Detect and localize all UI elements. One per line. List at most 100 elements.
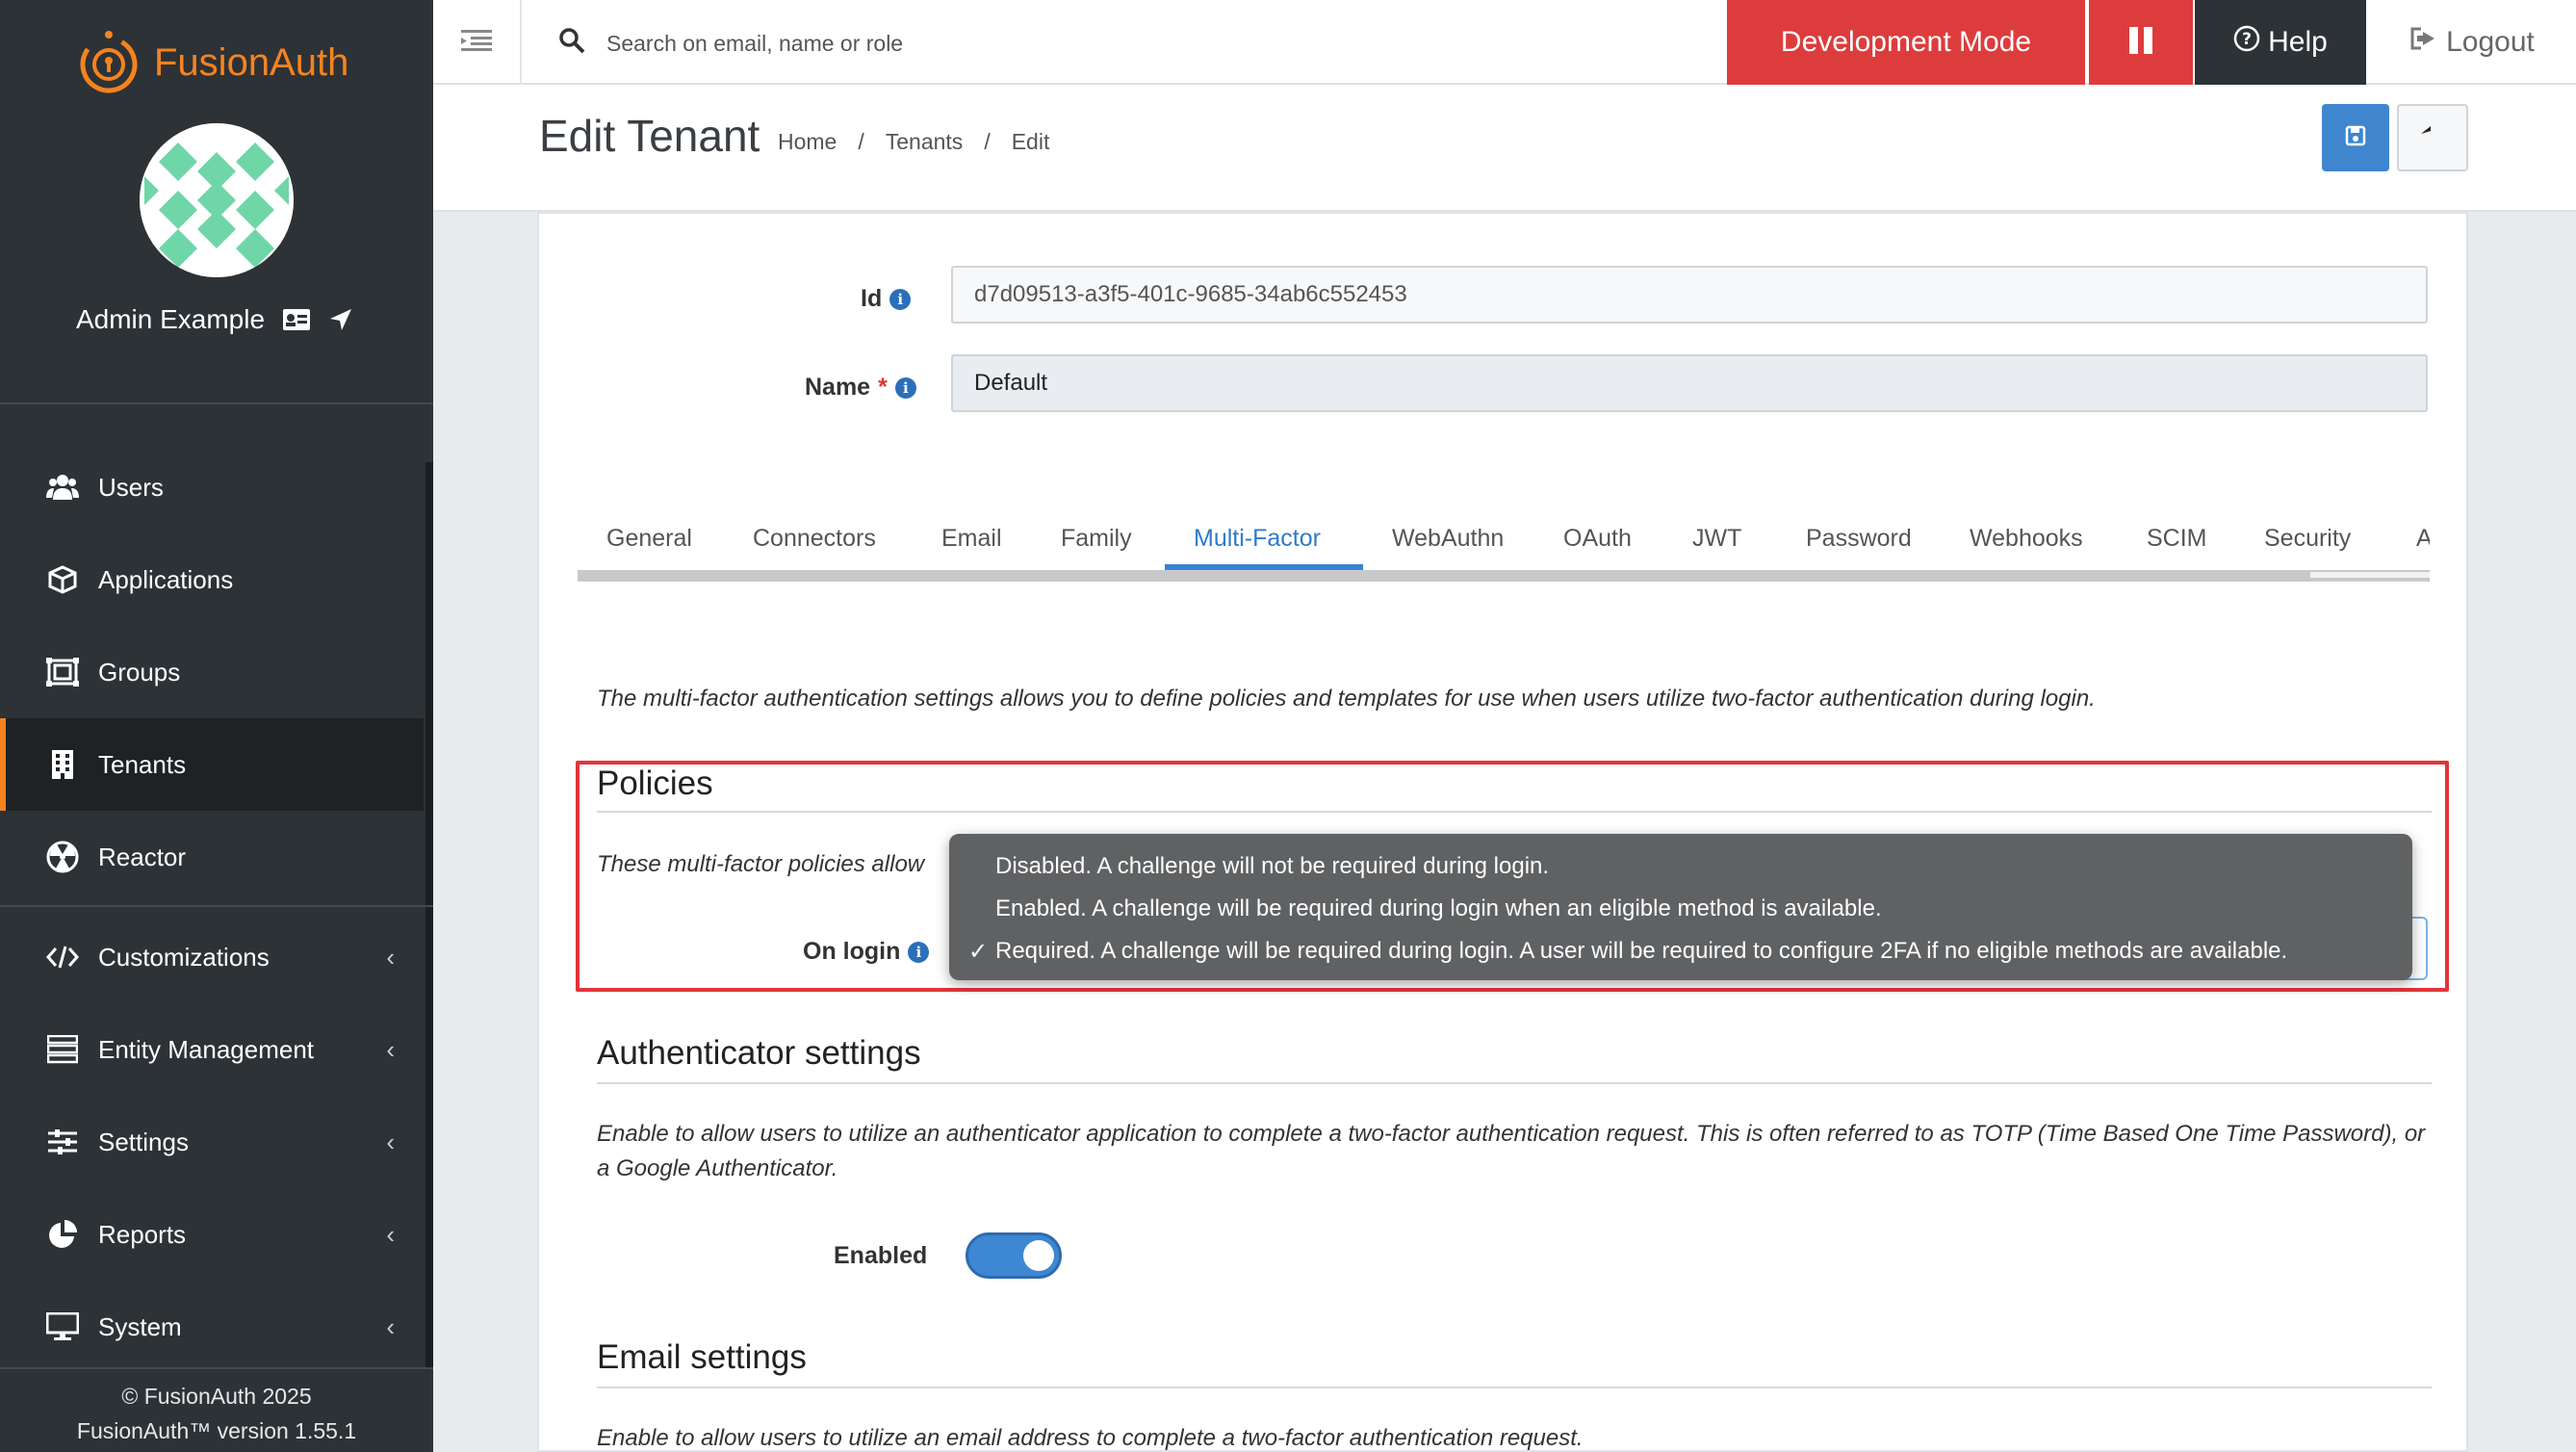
menu-icon (461, 28, 492, 58)
sidebar-item-label: Tenants (98, 749, 187, 779)
sidebar-item-label: Groups (98, 657, 181, 687)
toggle-knob (1023, 1240, 1054, 1271)
dropdown-option-disabled[interactable]: Disabled. A challenge will not be requir… (949, 845, 2412, 888)
sidebar-item-settings[interactable]: Settings ‹ (0, 1096, 424, 1188)
location-arrow-icon[interactable] (328, 307, 357, 332)
tab-connectors[interactable]: Connectors (753, 503, 876, 574)
sidebar-item-reactor[interactable]: Reactor (0, 811, 424, 903)
breadcrumb-edit: Edit (1011, 129, 1050, 154)
sidebar-item-label: Customizations (98, 942, 270, 972)
sidebar-item-label: System (98, 1311, 182, 1341)
name-label-text: Name (805, 374, 871, 401)
sidebar-item-groups[interactable]: Groups (0, 626, 424, 718)
dropdown-option-required[interactable]: ✓ Required. A challenge will be required… (949, 930, 2412, 972)
logout-button[interactable]: Logout (2368, 0, 2576, 85)
sidebar-divider (0, 1367, 433, 1369)
reactor-icon (46, 841, 79, 873)
server-icon (46, 1033, 79, 1066)
chevron-left-icon: ‹ (386, 1034, 395, 1064)
id-label-text: Id (861, 285, 883, 312)
section-divider (597, 1082, 2432, 1084)
info-icon[interactable]: i (894, 376, 916, 399)
id-field[interactable]: d7d09513-a3f5-401c-9685-34ab6c552453 (951, 266, 2428, 324)
development-mode-button[interactable]: Development Mode (1727, 0, 2085, 85)
top-bar: Search on email, name or role Developmen… (433, 0, 2576, 85)
search-input[interactable]: Search on email, name or role (606, 31, 903, 57)
authenticator-enabled-label: Enabled (834, 1242, 927, 1270)
monitor-icon (46, 1310, 79, 1343)
id-card-icon[interactable] (282, 307, 311, 332)
section-divider (597, 1387, 2432, 1388)
avatar[interactable] (140, 123, 294, 277)
tab-family[interactable]: Family (1061, 503, 1132, 574)
fusionauth-logo-icon (75, 29, 142, 96)
sidebar-item-applications[interactable]: Applications (0, 533, 424, 626)
menu-toggle-button[interactable] (433, 0, 522, 85)
search-box[interactable]: Search on email, name or role (558, 27, 903, 60)
name-field[interactable]: Default (951, 354, 2428, 412)
tab-password[interactable]: Password (1806, 503, 1912, 574)
help-button[interactable]: ? Help (2195, 0, 2366, 85)
pie-chart-icon (46, 1218, 79, 1251)
option-label: Required. A challenge will be required d… (995, 938, 2288, 964)
version-text: FusionAuth™ version 1.55.1 (76, 1418, 357, 1443)
breadcrumb: Home / Tenants / Edit (778, 129, 1049, 155)
chevron-left-icon: ‹ (386, 1311, 395, 1341)
tab-multi-factor[interactable]: Multi-Factor (1194, 503, 1321, 574)
chevron-left-icon: ‹ (386, 1219, 395, 1249)
on-login-dropdown-menu[interactable]: Disabled. A challenge will not be requir… (949, 834, 2412, 980)
sidebar-footer: © FusionAuth 2025 FusionAuth™ version 1.… (0, 1379, 433, 1448)
name-field-label: Name * i (805, 374, 916, 402)
sidebar-scrollbar[interactable] (425, 462, 433, 1367)
authenticator-enabled-toggle[interactable] (966, 1232, 1062, 1279)
groups-icon (46, 656, 79, 688)
sidebar-item-label: Applications (98, 564, 234, 594)
tabs-scrollbar-thumb[interactable] (2310, 572, 2430, 578)
chevron-left-icon: ‹ (386, 1127, 395, 1156)
tab-security[interactable]: Security (2264, 503, 2351, 574)
fusionauth-logo[interactable]: FusionAuth (75, 29, 348, 96)
tab-general[interactable]: General (606, 503, 692, 574)
admin-name[interactable]: Admin Example (76, 304, 265, 335)
tab-email[interactable]: Email (941, 503, 1002, 574)
check-icon: ✓ (968, 938, 989, 965)
sidebar-item-reports[interactable]: Reports ‹ (0, 1188, 424, 1281)
brand-name: FusionAuth (154, 40, 349, 84)
required-marker: * (878, 374, 888, 401)
tab-jwt[interactable]: JWT (1692, 503, 1741, 574)
tab-webhooks[interactable]: Webhooks (1970, 503, 2083, 574)
pause-icon (2128, 26, 2153, 60)
tab-scim[interactable]: SCIM (2147, 503, 2207, 574)
authenticator-desc: Enable to allow users to utilize an auth… (597, 1121, 2426, 1181)
sidebar-item-users[interactable]: Users (0, 441, 424, 533)
cube-icon (46, 563, 79, 596)
page-header: Edit Tenant Home / Tenants / Edit (433, 85, 2576, 212)
sidebar-item-label: Entity Management (98, 1034, 315, 1064)
info-icon[interactable]: i (889, 288, 912, 310)
sidebar-divider (0, 905, 433, 907)
search-icon (558, 27, 585, 60)
option-label: Enabled. A challenge will be required du… (995, 895, 1882, 921)
sidebar-item-system[interactable]: System ‹ (0, 1281, 424, 1373)
dropdown-option-enabled[interactable]: Enabled. A challenge will be required du… (949, 888, 2412, 930)
breadcrumb-separator: / (858, 129, 864, 154)
sidebar-item-label: Reports (98, 1219, 187, 1249)
save-button[interactable] (2322, 104, 2389, 171)
pause-button[interactable] (2089, 0, 2193, 85)
breadcrumb-tenants[interactable]: Tenants (886, 129, 964, 155)
sidebar-item-customizations[interactable]: Customizations ‹ (0, 911, 424, 1003)
copyright-text: © FusionAuth 2025 (121, 1384, 312, 1409)
sidebar-item-tenants[interactable]: Tenants (0, 718, 424, 811)
svg-text:?: ? (2242, 30, 2252, 49)
tab-oauth[interactable]: OAuth (1563, 503, 1632, 574)
tab-overflow[interactable]: A (2416, 503, 2430, 574)
back-button[interactable] (2397, 104, 2468, 171)
sidebar-item-entity-management[interactable]: Entity Management ‹ (0, 1003, 424, 1096)
breadcrumb-home[interactable]: Home (778, 129, 837, 155)
chevron-left-icon: ‹ (386, 942, 395, 972)
mfa-intro-text: The multi-factor authentication settings… (597, 686, 2096, 712)
logout-label: Logout (2446, 26, 2535, 58)
tabs-scrollbar[interactable] (578, 570, 2430, 582)
tab-webauthn[interactable]: WebAuthn (1392, 503, 1504, 574)
question-circle-icon: ? (2233, 25, 2260, 60)
